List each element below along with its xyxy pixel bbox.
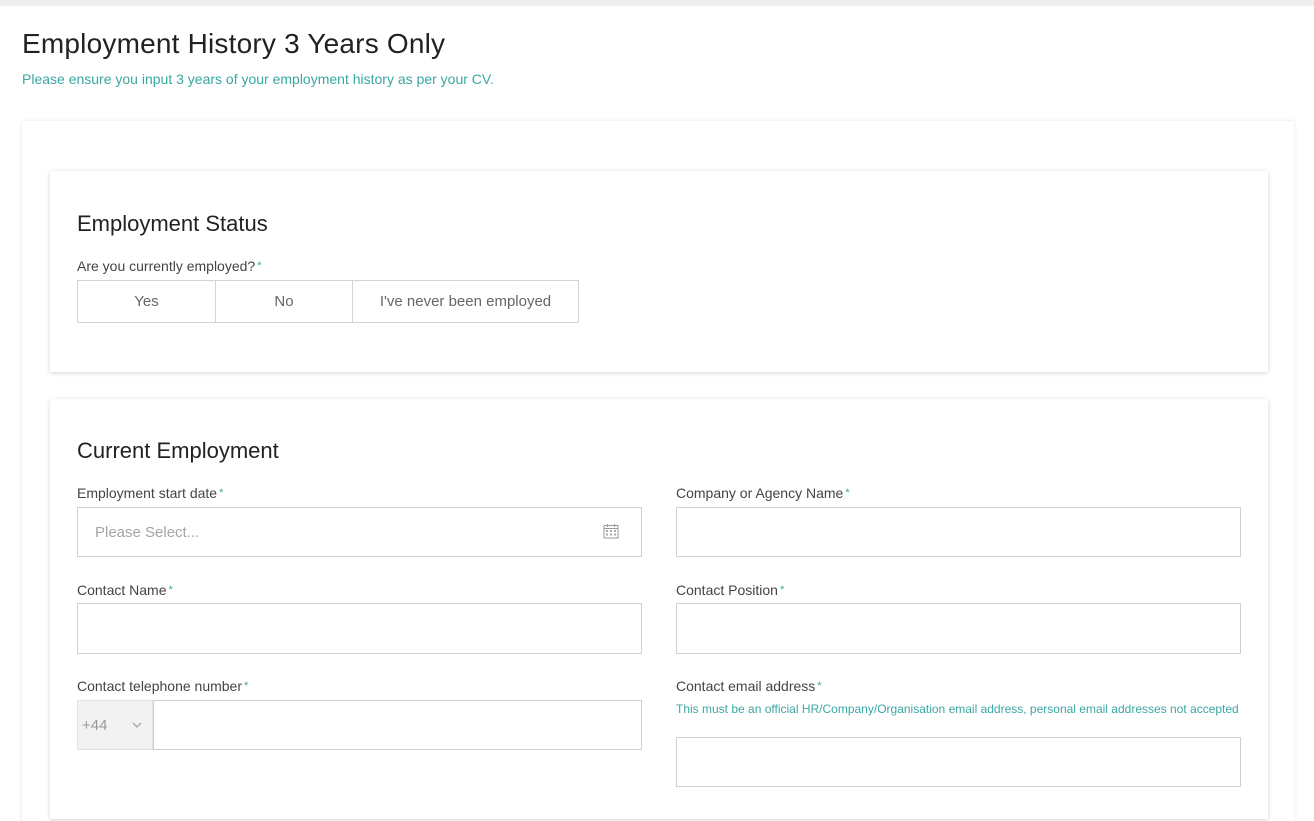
start-date-input[interactable] [78,508,641,556]
contact-phone-label: Contact telephone number * [77,678,249,694]
contact-name-label: Contact Name * [77,582,173,598]
contact-email-note: This must be an official HR/Company/Orga… [676,702,1239,716]
contact-position-field [676,603,1241,654]
country-code-select[interactable]: +44 [77,700,153,750]
required-marker: * [779,584,785,596]
option-no-button[interactable]: No [216,281,353,322]
required-marker: * [845,487,850,499]
chevron-down-icon [132,722,142,728]
currently-employed-label: Are you currently employed? * [77,258,262,274]
employment-status-selector: Yes No I've never been employed [77,280,579,323]
required-marker: * [244,680,249,692]
employment-status-heading: Employment Status [77,211,268,236]
page-subtitle: Please ensure you input 3 years of your … [22,71,494,87]
contact-email-field [676,737,1241,787]
company-name-label: Company or Agency Name * [676,485,850,501]
contact-phone-field [153,700,642,750]
start-date-field [77,507,642,557]
contact-name-field [77,603,642,654]
required-marker: * [257,260,262,272]
contact-phone-input[interactable] [154,701,641,749]
top-strip [0,0,1314,6]
required-marker: * [168,584,173,596]
contact-position-input[interactable] [677,604,1240,653]
required-marker: * [219,487,224,499]
contact-position-label: Contact Position * [676,582,785,598]
contact-name-input[interactable] [78,604,641,653]
calendar-icon[interactable] [603,523,619,539]
start-date-label: Employment start date * [77,485,224,501]
contact-email-label: Contact email address * [676,678,822,694]
option-yes-button[interactable]: Yes [78,281,216,322]
page-title: Employment History 3 Years Only [22,28,446,59]
required-marker: * [817,680,822,692]
company-name-input[interactable] [677,508,1240,556]
contact-email-input[interactable] [677,738,1240,786]
country-code-value: +44 [82,716,108,734]
current-employment-heading: Current Employment [77,438,279,463]
option-never-employed-button[interactable]: I've never been employed [353,281,578,322]
company-name-field [676,507,1241,557]
